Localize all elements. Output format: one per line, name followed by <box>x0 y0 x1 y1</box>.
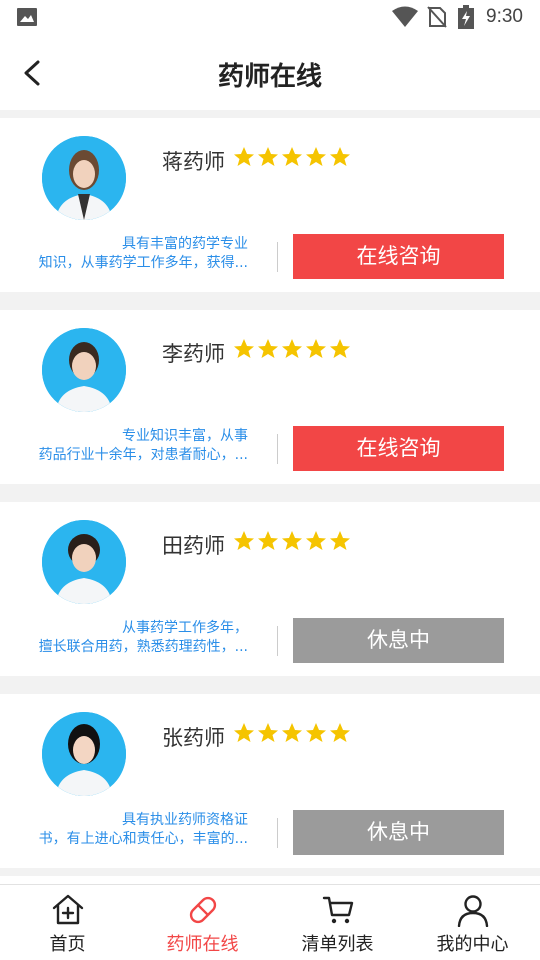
description-line: 知识，从事药学工作多年，获得... <box>38 255 248 271</box>
pharmacist-description: 具有执业药师资格证 书，有上进心和责任心，丰富的... <box>22 811 248 849</box>
avatar <box>42 712 126 796</box>
rating-stars <box>232 529 352 553</box>
star-icon <box>234 723 254 742</box>
rating-stars <box>232 721 352 745</box>
pill-icon <box>189 896 216 924</box>
star-icon <box>282 339 302 358</box>
tab-label: 清单列表 <box>301 934 374 955</box>
consult-button[interactable]: 在线咨询 <box>293 426 504 471</box>
wifi-icon <box>392 6 418 27</box>
description-line: 药品行业十余年，对患者耐心，... <box>38 447 248 463</box>
star-icon <box>330 531 350 550</box>
image-notification-icon <box>17 8 37 26</box>
consult-button[interactable]: 休息中 <box>293 618 504 663</box>
status-time: 9:30 <box>486 6 523 27</box>
pharmacist-card[interactable]: 蒋药师 具有丰富的药学专业 知识，从事药学工作多年，获得... 在线咨询 <box>0 118 540 292</box>
description-line: 具有执业药师资格证 <box>122 812 248 828</box>
consult-button[interactable]: 休息中 <box>293 810 504 855</box>
star-icon <box>330 723 350 742</box>
star-icon <box>234 531 254 550</box>
star-icon <box>306 339 326 358</box>
star-icon <box>282 147 302 166</box>
star-icon <box>330 147 350 166</box>
tab-label: 首页 <box>49 934 86 955</box>
pharmacist-description: 具有丰富的药学专业 知识，从事药学工作多年，获得... <box>22 235 248 273</box>
star-icon <box>306 531 326 550</box>
tab-list[interactable]: 清单列表 <box>270 885 405 960</box>
page-title: 药师在线 <box>217 62 322 92</box>
avatar <box>42 520 126 604</box>
star-icon <box>234 339 254 358</box>
star-icon <box>258 147 278 166</box>
no-sim-icon <box>427 6 447 28</box>
header: 药师在线 <box>0 36 540 110</box>
star-icon <box>258 339 278 358</box>
pharmacist-name: 张药师 <box>162 726 225 750</box>
pharmacist-card[interactable]: 田药师 从事药学工作多年， 擅长联合用药，熟悉药理药性，... 休息中 <box>0 502 540 676</box>
home-icon <box>52 894 83 925</box>
divider <box>277 818 278 848</box>
pharmacist-description: 专业知识丰富，从事 药品行业十余年，对患者耐心，... <box>22 427 248 465</box>
tab-home[interactable]: 首页 <box>0 885 135 960</box>
star-icon <box>282 723 302 742</box>
pharmacist-description: 从事药学工作多年， 擅长联合用药，熟悉药理药性，... <box>22 619 248 657</box>
tab-label: 药师在线 <box>166 934 239 955</box>
tab-my-center[interactable]: 我的中心 <box>405 885 540 960</box>
avatar <box>42 328 126 412</box>
divider <box>277 242 278 272</box>
star-icon <box>330 339 350 358</box>
battery-icon <box>458 5 474 29</box>
pharmacist-card-partial <box>0 876 540 884</box>
description-line: 书，有上进心和责任心，丰富的... <box>38 831 248 847</box>
description-line: 擅长联合用药，熟悉药理药性，... <box>38 639 248 655</box>
pharmacist-card[interactable]: 李药师 专业知识丰富，从事 药品行业十余年，对患者耐心，... 在线咨询 <box>0 310 540 484</box>
pharmacist-card[interactable]: 张药师 具有执业药师资格证 书，有上进心和责任心，丰富的... 休息中 <box>0 694 540 868</box>
status-bar: 9:30 <box>0 0 540 36</box>
star-icon <box>306 147 326 166</box>
pharmacist-name: 李药师 <box>162 342 225 366</box>
description-line: 从事药学工作多年， <box>122 620 248 636</box>
tab-pharmacist-online[interactable]: 药师在线 <box>135 885 270 960</box>
divider <box>277 434 278 464</box>
star-icon <box>234 147 254 166</box>
description-line: 具有丰富的药学专业 <box>122 236 248 252</box>
rating-stars <box>232 337 352 361</box>
pharmacist-name: 蒋药师 <box>162 150 225 174</box>
star-icon <box>282 531 302 550</box>
star-icon <box>306 723 326 742</box>
divider <box>277 626 278 656</box>
tab-label: 我的中心 <box>436 934 509 955</box>
star-icon <box>258 531 278 550</box>
rating-stars <box>232 145 352 169</box>
consult-button[interactable]: 在线咨询 <box>293 234 504 279</box>
pharmacist-name: 田药师 <box>162 534 225 558</box>
cart-icon <box>322 896 353 924</box>
avatar <box>42 136 126 220</box>
star-icon <box>258 723 278 742</box>
description-line: 专业知识丰富，从事 <box>122 428 248 444</box>
bottom-tab-bar: 首页 药师在线 清单列表 我的中心 <box>0 884 540 960</box>
user-icon <box>457 895 488 927</box>
